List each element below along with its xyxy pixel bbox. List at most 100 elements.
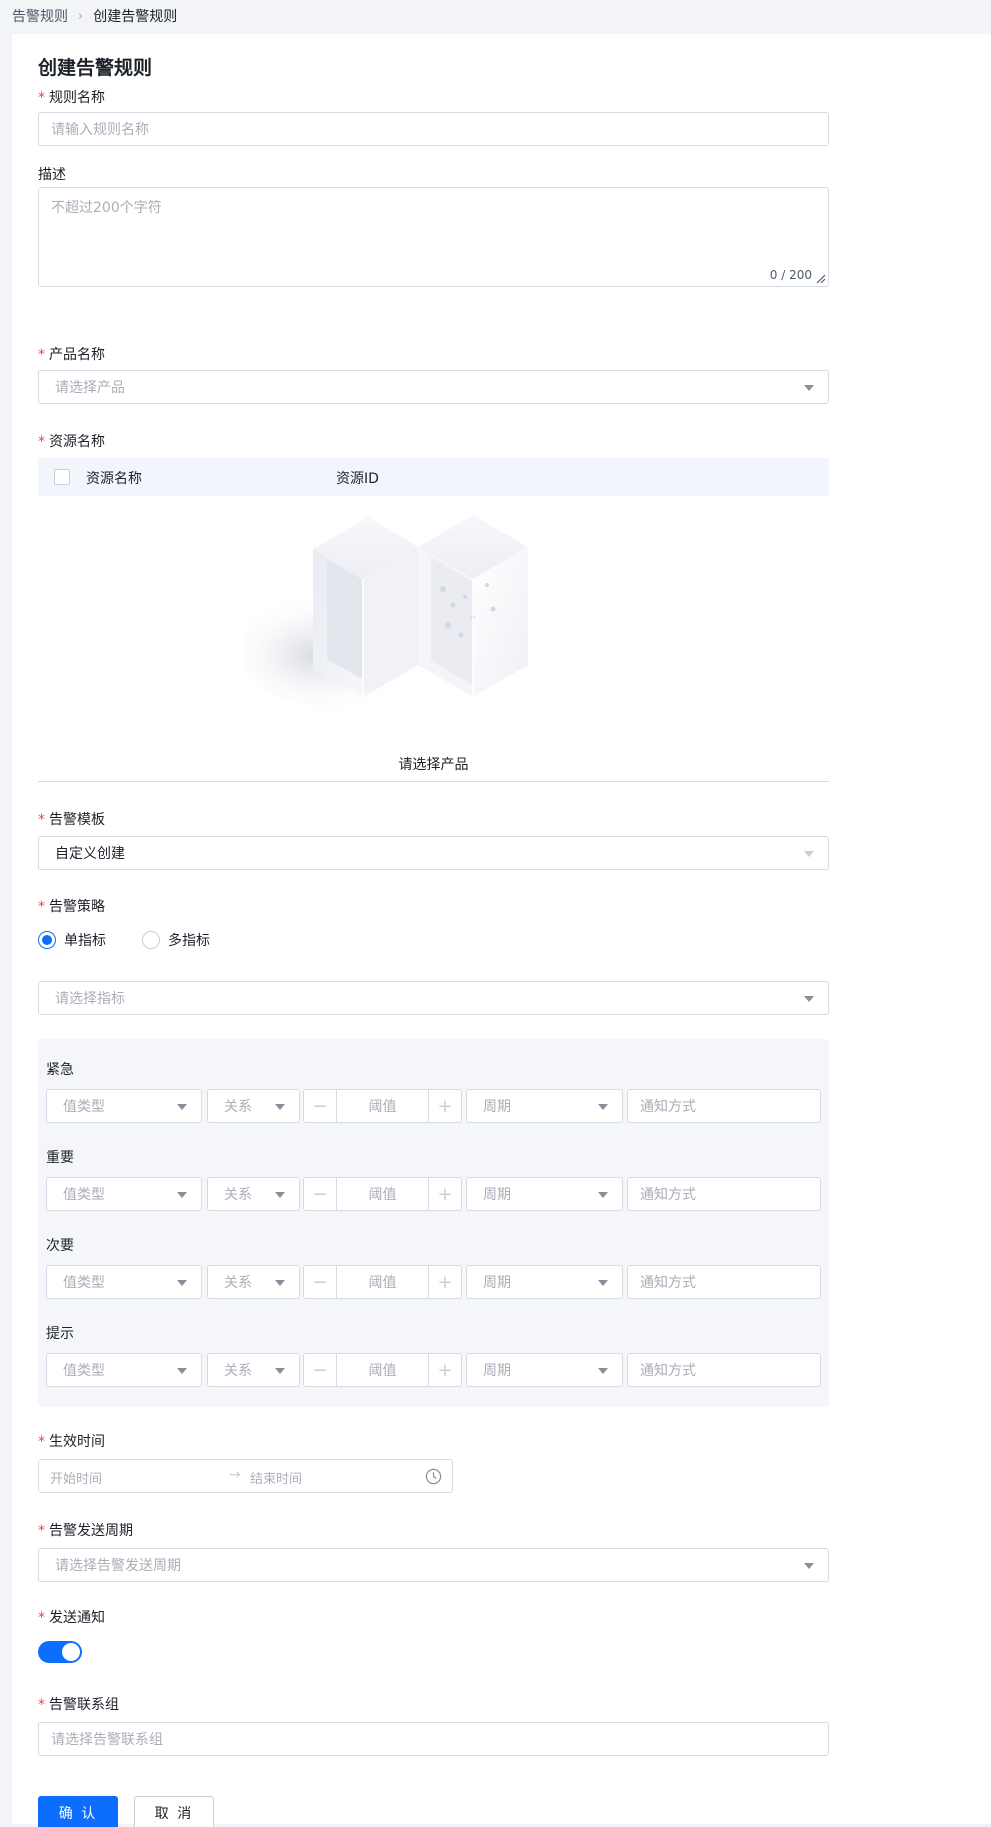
value-type-select[interactable]: 值类型: [46, 1177, 202, 1211]
rule-name-input[interactable]: 请输入规则名称: [38, 112, 829, 146]
plus-icon[interactable]: +: [428, 1090, 461, 1122]
notify-method-input[interactable]: 通知方式: [627, 1089, 821, 1123]
send-period-label: * 告警发送周期: [38, 1523, 133, 1539]
clock-icon: [425, 1468, 442, 1485]
caret-down-icon: [598, 1192, 608, 1198]
effective-time-range-picker[interactable]: 开始时间 → 结束时间: [38, 1459, 453, 1493]
column-resource-id: 资源ID: [336, 471, 379, 487]
strategy-label: * 告警策略: [38, 899, 105, 915]
relation-select[interactable]: 关系: [207, 1265, 300, 1299]
minus-icon[interactable]: −: [304, 1354, 337, 1386]
description-label: 描述: [38, 167, 66, 183]
send-notify-switch[interactable]: [38, 1641, 82, 1663]
resource-table-header: 资源名称 资源ID: [38, 458, 829, 496]
strategy-radio-group: 单指标 多指标: [38, 930, 246, 950]
caret-down-icon: [804, 1563, 814, 1569]
level-label: 次要: [46, 1238, 74, 1254]
radio-checked-icon: [38, 931, 56, 949]
template-select[interactable]: 自定义创建: [38, 836, 829, 870]
required-mark: *: [38, 1434, 45, 1450]
end-time-input[interactable]: 结束时间: [250, 1468, 302, 1487]
arrow-right-icon: →: [229, 1467, 241, 1483]
product-label: * 产品名称: [38, 347, 105, 363]
confirm-button[interactable]: 确 认: [38, 1796, 118, 1827]
contact-group-label: * 告警联系组: [38, 1697, 119, 1713]
contact-group-input[interactable]: 请选择告警联系组: [38, 1722, 829, 1756]
minus-icon[interactable]: −: [304, 1090, 337, 1122]
switch-knob: [62, 1643, 80, 1661]
metric-select[interactable]: 请选择指标: [38, 981, 829, 1015]
page-title: 创建告警规则: [38, 57, 153, 79]
notify-method-input[interactable]: 通知方式: [627, 1177, 821, 1211]
required-mark: *: [38, 812, 45, 828]
rule-name-label: * 规则名称: [38, 90, 105, 106]
period-select[interactable]: 周期: [466, 1265, 623, 1299]
period-select[interactable]: 周期: [466, 1089, 623, 1123]
breadcrumb-parent[interactable]: 告警规则: [12, 6, 68, 26]
description-textarea[interactable]: 不超过200个字符 0 / 200: [38, 187, 829, 287]
minus-icon[interactable]: −: [304, 1178, 337, 1210]
caret-down-icon: [275, 1104, 285, 1110]
required-mark: *: [38, 434, 45, 450]
form-card: 创建告警规则 * 规则名称 请输入规则名称 描述 不超过200个字符 0 / 20…: [12, 34, 991, 1827]
value-type-select[interactable]: 值类型: [46, 1353, 202, 1387]
level-label: 紧急: [46, 1062, 74, 1078]
required-mark: *: [38, 1697, 45, 1713]
column-resource-name: 资源名称: [86, 471, 142, 487]
period-select[interactable]: 周期: [466, 1353, 623, 1387]
value-type-select[interactable]: 值类型: [46, 1089, 202, 1123]
breadcrumb: 告警规则 › 创建告警规则: [12, 0, 177, 32]
threshold-stepper[interactable]: − 阈值 +: [303, 1265, 462, 1299]
cancel-button[interactable]: 取 消: [134, 1796, 214, 1827]
resource-divider: [38, 781, 829, 782]
resize-handle-icon[interactable]: [814, 272, 826, 284]
effective-time-label: * 生效时间: [38, 1434, 105, 1450]
relation-select[interactable]: 关系: [207, 1177, 300, 1211]
threshold-stepper[interactable]: − 阈值 +: [303, 1177, 462, 1211]
required-mark: *: [38, 1523, 45, 1539]
relation-select[interactable]: 关系: [207, 1089, 300, 1123]
relation-select[interactable]: 关系: [207, 1353, 300, 1387]
send-period-select[interactable]: 请选择告警发送周期: [38, 1548, 829, 1582]
alarm-levels-panel: 紧急 值类型 关系 − 阈值 + 周期 通知方式 重要 值类型 关系 − 阈值 …: [38, 1039, 829, 1407]
empty-state-illustration: [243, 515, 528, 711]
caret-down-icon: [177, 1104, 187, 1110]
required-mark: *: [38, 347, 45, 363]
caret-down-icon: [598, 1280, 608, 1286]
caret-down-icon: [177, 1192, 187, 1198]
resource-label: * 资源名称: [38, 434, 105, 450]
radio-single-metric[interactable]: 单指标: [38, 930, 106, 950]
notify-method-input[interactable]: 通知方式: [627, 1265, 821, 1299]
chevron-right-icon: ›: [78, 8, 84, 24]
minus-icon[interactable]: −: [304, 1266, 337, 1298]
radio-multi-metric[interactable]: 多指标: [142, 930, 210, 950]
required-mark: *: [38, 1610, 45, 1626]
template-label: * 告警模板: [38, 812, 105, 828]
caret-down-icon: [275, 1192, 285, 1198]
period-select[interactable]: 周期: [466, 1177, 623, 1211]
product-select[interactable]: 请选择产品: [38, 370, 829, 404]
caret-down-icon: [275, 1280, 285, 1286]
threshold-stepper[interactable]: − 阈值 +: [303, 1089, 462, 1123]
empty-state-text: 请选择产品: [398, 757, 469, 773]
threshold-stepper[interactable]: − 阈值 +: [303, 1353, 462, 1387]
value-type-select[interactable]: 值类型: [46, 1265, 202, 1299]
notify-method-input[interactable]: 通知方式: [627, 1353, 821, 1387]
send-notify-label: * 发送通知: [38, 1610, 105, 1626]
required-mark: *: [38, 899, 45, 915]
plus-icon[interactable]: +: [428, 1178, 461, 1210]
plus-icon[interactable]: +: [428, 1266, 461, 1298]
select-all-checkbox[interactable]: [54, 469, 70, 485]
caret-down-icon: [275, 1368, 285, 1374]
caret-down-icon: [177, 1280, 187, 1286]
caret-down-icon: [804, 996, 814, 1002]
level-label: 提示: [46, 1326, 74, 1342]
caret-down-icon: [804, 385, 814, 391]
radio-unchecked-icon: [142, 931, 160, 949]
caret-down-icon: [177, 1368, 187, 1374]
start-time-input[interactable]: 开始时间: [50, 1468, 102, 1487]
caret-down-icon: [598, 1104, 608, 1110]
caret-down-icon: [804, 851, 814, 857]
plus-icon[interactable]: +: [428, 1354, 461, 1386]
required-mark: *: [38, 90, 45, 106]
